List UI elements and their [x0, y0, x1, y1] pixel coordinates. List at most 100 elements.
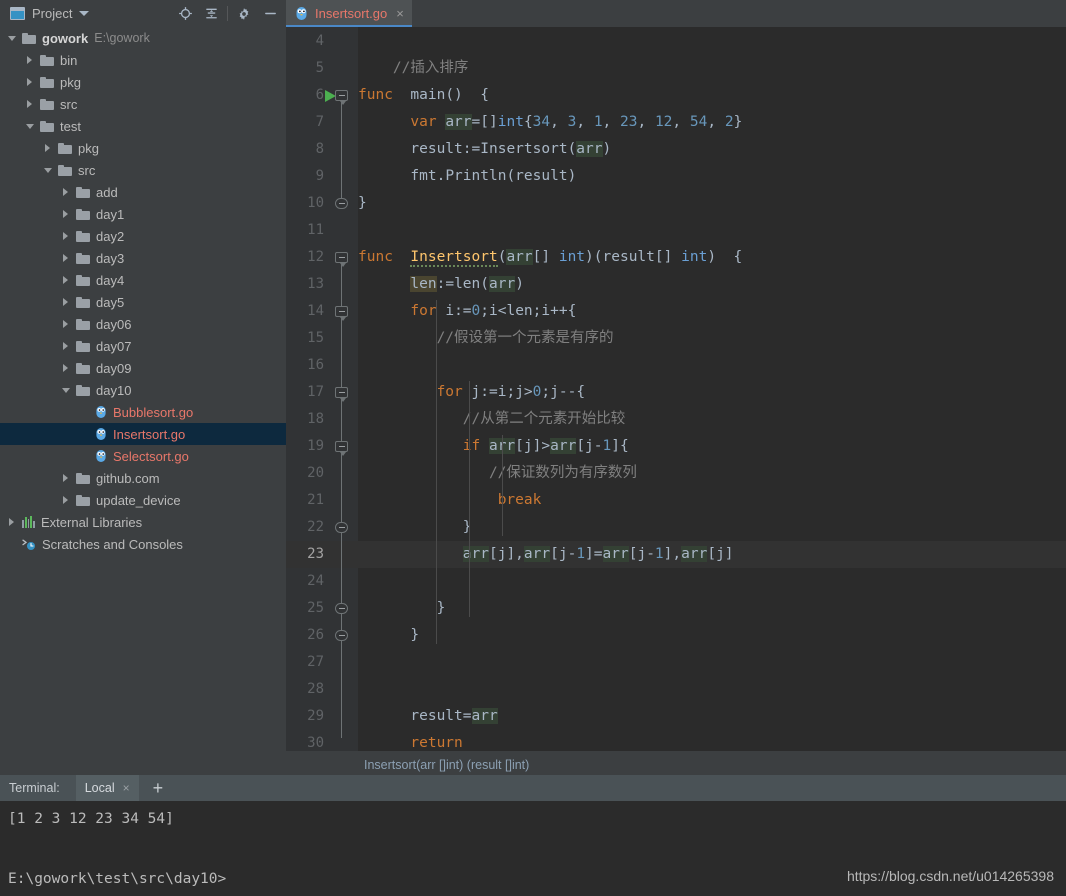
- no-chevron: [8, 540, 17, 549]
- code-line-26[interactable]: 26 }: [286, 622, 1066, 649]
- code-line-30[interactable]: 30 return: [286, 730, 1066, 751]
- fold-toggle-line-26[interactable]: [335, 630, 350, 645]
- chevron-right-icon[interactable]: [44, 143, 53, 153]
- fold-toggle-line-12[interactable]: [335, 252, 350, 267]
- code-line-14[interactable]: 14 for i:=0;i<len;i++{: [286, 298, 1066, 325]
- chevron-right-icon[interactable]: [62, 275, 71, 285]
- terminal-output[interactable]: [1 2 3 12 23 34 54] E:\gowork\test\src\d…: [0, 801, 1066, 896]
- code-line-11[interactable]: 11: [286, 217, 1066, 244]
- tree-item-day2[interactable]: day2: [0, 225, 286, 247]
- code-line-7[interactable]: 7 var arr=[]int{34, 3, 1, 23, 12, 54, 2}: [286, 109, 1066, 136]
- tree-item-selectsort-go[interactable]: Selectsort.go: [0, 445, 286, 467]
- chevron-right-icon[interactable]: [62, 319, 71, 329]
- chevron-down-icon[interactable]: [62, 386, 71, 395]
- tree-item-day5[interactable]: day5: [0, 291, 286, 313]
- tree-item-day06[interactable]: day06: [0, 313, 286, 335]
- code-line-10[interactable]: 10}: [286, 190, 1066, 217]
- tree-item-day4[interactable]: day4: [0, 269, 286, 291]
- tree-item-gowork[interactable]: gowork E:\gowork: [0, 27, 286, 49]
- tree-item-add[interactable]: add: [0, 181, 286, 203]
- code-editor[interactable]: 4 5 //插入排序 6 func main() {7 var arr=[]int{3…: [286, 27, 1066, 751]
- code-line-29[interactable]: 29 result=arr: [286, 703, 1066, 730]
- chevron-right-icon[interactable]: [26, 77, 35, 87]
- chevron-right-icon[interactable]: [62, 473, 71, 483]
- fold-toggle-line-14[interactable]: [335, 306, 350, 321]
- fold-toggle-line-22[interactable]: [335, 522, 350, 537]
- code-line-22[interactable]: 22 }: [286, 514, 1066, 541]
- tree-item-day07[interactable]: day07: [0, 335, 286, 357]
- chevron-right-icon[interactable]: [62, 209, 71, 219]
- tree-item-label: day5: [96, 294, 125, 310]
- tree-item-external-libraries[interactable]: External Libraries: [0, 511, 286, 533]
- code-line-28[interactable]: 28: [286, 676, 1066, 703]
- add-terminal-button[interactable]: +: [153, 779, 164, 797]
- fold-toggle-line-19[interactable]: [335, 441, 350, 456]
- chevron-right-icon[interactable]: [62, 253, 71, 263]
- tree-item-day09[interactable]: day09: [0, 357, 286, 379]
- terminal-tab-local[interactable]: Local ×: [75, 775, 139, 801]
- tree-item-day10[interactable]: day10: [0, 379, 286, 401]
- chevron-down-icon[interactable]: [79, 11, 90, 16]
- chevron-right-icon[interactable]: [26, 99, 35, 109]
- minimize-icon[interactable]: [257, 0, 283, 27]
- code-text: result:=Insertsort(arr): [410, 141, 612, 157]
- chevron-right-icon[interactable]: [8, 517, 17, 527]
- tree-item-bubblesort-go[interactable]: Bubblesort.go: [0, 401, 286, 423]
- tree-item-day3[interactable]: day3: [0, 247, 286, 269]
- chevron-down-icon[interactable]: [8, 34, 17, 43]
- chevron-right-icon[interactable]: [62, 297, 71, 307]
- code-text: if arr[j]>arr[j-1]{: [462, 438, 629, 454]
- code-line-15[interactable]: 15 //假设第一个元素是有序的: [286, 325, 1066, 352]
- code-line-21[interactable]: 21 break: [286, 487, 1066, 514]
- chevron-right-icon[interactable]: [62, 341, 71, 351]
- chevron-down-icon[interactable]: [44, 166, 53, 175]
- code-content[interactable]: 4 5 //插入排序 6 func main() {7 var arr=[]int{3…: [286, 27, 1066, 751]
- go-file-icon: [95, 405, 107, 419]
- code-line-9[interactable]: 9 fmt.Println(result): [286, 163, 1066, 190]
- tree-item-test[interactable]: test: [0, 115, 286, 137]
- tree-item-src[interactable]: src: [0, 93, 286, 115]
- tree-item-pkg[interactable]: pkg: [0, 137, 286, 159]
- code-line-25[interactable]: 25 }: [286, 595, 1066, 622]
- chevron-right-icon[interactable]: [26, 55, 35, 65]
- tree-item-insertsort-go[interactable]: Insertsort.go: [0, 423, 286, 445]
- fold-toggle-line-25[interactable]: [335, 603, 350, 618]
- tree-item-github-com[interactable]: github.com: [0, 467, 286, 489]
- code-line-27[interactable]: 27: [286, 649, 1066, 676]
- code-line-4[interactable]: 4: [286, 28, 1066, 55]
- code-line-16[interactable]: 16: [286, 352, 1066, 379]
- collapse-all-icon[interactable]: [198, 0, 224, 27]
- code-line-17[interactable]: 17 for j:=i;j>0;j--{: [286, 379, 1066, 406]
- code-line-24[interactable]: 24: [286, 568, 1066, 595]
- editor-tab-insertsort[interactable]: Insertsort.go ×: [286, 0, 412, 27]
- fold-toggle-line-6[interactable]: [335, 90, 350, 105]
- chevron-right-icon[interactable]: [62, 231, 71, 241]
- fold-toggle-line-17[interactable]: [335, 387, 350, 402]
- code-line-12[interactable]: 12 func Insertsort(arr[] int)(result[] in…: [286, 244, 1066, 271]
- fold-toggle-line-10[interactable]: [335, 198, 350, 213]
- gear-icon[interactable]: [231, 0, 257, 27]
- chevron-down-icon[interactable]: [26, 122, 35, 131]
- close-icon[interactable]: ×: [123, 781, 130, 795]
- project-tree[interactable]: gowork E:\gowork bin pkg src test pkg src add day…: [0, 27, 286, 778]
- code-line-5[interactable]: 5 //插入排序: [286, 55, 1066, 82]
- code-line-23[interactable]: 23 arr[j],arr[j-1]=arr[j-1],arr[j]: [286, 541, 1066, 568]
- code-line-8[interactable]: 8 result:=Insertsort(arr): [286, 136, 1066, 163]
- tree-item-day1[interactable]: day1: [0, 203, 286, 225]
- chevron-right-icon[interactable]: [62, 363, 71, 373]
- tree-item-label: day07: [96, 338, 132, 354]
- tree-item-update-device[interactable]: update_device: [0, 489, 286, 511]
- code-line-19[interactable]: 19 if arr[j]>arr[j-1]{: [286, 433, 1066, 460]
- code-line-13[interactable]: 13 len:=len(arr): [286, 271, 1066, 298]
- code-line-18[interactable]: 18 //从第二个元素开始比较: [286, 406, 1066, 433]
- tree-item-scratches-and-consoles[interactable]: Scratches and Consoles: [0, 533, 286, 555]
- tree-item-pkg[interactable]: pkg: [0, 71, 286, 93]
- locate-icon[interactable]: [172, 0, 198, 27]
- chevron-right-icon[interactable]: [62, 495, 71, 505]
- tree-item-src[interactable]: src: [0, 159, 286, 181]
- code-line-6[interactable]: 6 func main() {: [286, 82, 1066, 109]
- chevron-right-icon[interactable]: [62, 187, 71, 197]
- tree-item-bin[interactable]: bin: [0, 49, 286, 71]
- code-line-20[interactable]: 20 //保证数列为有序数列: [286, 460, 1066, 487]
- close-icon[interactable]: ×: [396, 7, 404, 20]
